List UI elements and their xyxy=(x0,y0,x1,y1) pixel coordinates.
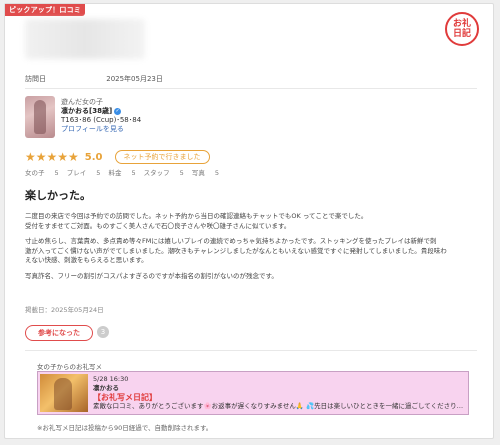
divider xyxy=(25,88,477,89)
thanks-header: 女の子からのお礼写メ xyxy=(37,363,102,371)
visit-label: 訪問日 xyxy=(25,75,46,83)
review-text: 受付をすませてご対面。ものすごく美人さんで石〇良子さんや咲〇雄子さんに似ています… xyxy=(25,221,291,230)
helpful-button[interactable]: 参考になった xyxy=(25,325,93,341)
thanks-excerpt: 素敵な口コミ、ありがとうございます🌸お返事が遅くなりすみません🙏 💦先日は楽しい… xyxy=(93,402,464,410)
review-text: 写真詐名、フリーの割引がコスパよすぎるのですが本指名の割引がないのが残念です。 xyxy=(25,271,278,280)
girl-name[interactable]: 凛かおる[38歳] xyxy=(61,107,112,115)
girl-specs: T163･86 (Ccup)･58･84 xyxy=(61,116,142,124)
sub-rating: 写真 5 xyxy=(191,169,220,177)
thanks-girl-name: 凛かおる xyxy=(93,384,119,392)
visit-date-row: 訪問日 2025年05月23日 xyxy=(25,74,163,84)
review-text: 二度目の来店で今回は予約での訪問でした。ネット予約から当日の確認連絡もチャットで… xyxy=(25,212,368,220)
stamp-line1: お礼 xyxy=(452,19,471,29)
sub-rating: 料金 5 xyxy=(108,169,136,177)
star-rating-icon: ★★★★★ xyxy=(25,150,79,164)
girl-photo[interactable] xyxy=(25,96,55,138)
verified-icon: ✓ xyxy=(114,107,122,115)
girl-label: 遊んだ女の子 xyxy=(61,98,103,106)
helpful-count-badge: 3 xyxy=(97,326,109,338)
review-text: 寸止め焦らし、言葉責め、多点責め等々FMには嬉しいプレイの連続でめっちゃ気持ちよ… xyxy=(25,237,437,245)
thanks-photo xyxy=(40,374,88,412)
sub-rating: スタッフ 5 xyxy=(143,169,184,177)
divider xyxy=(25,350,477,351)
pickup-badge: ピックアップ！口コミ xyxy=(5,4,85,16)
thanks-datetime: 5/28 16:30 xyxy=(93,375,129,383)
review-body: 二度目の来店で今回は予約での訪問でした。ネット予約から当日の確認連絡もチャットで… xyxy=(25,212,477,287)
thanks-diary-card[interactable]: 5/28 16:30 凛かおる 【お礼写メ日記】 素敵な口コミ、ありがとうござい… xyxy=(37,371,469,415)
sub-ratings: 女の子 5 プレイ 5 料金 5 スタッフ 5 写真 5 xyxy=(25,167,225,177)
review-text: えない快感、刺激をもらえると思います。 xyxy=(25,256,148,264)
posted-date: 掲載日：2025年05月24日 xyxy=(25,306,104,314)
rating-row: ★★★★★ 5.0 ネット予約で行きました xyxy=(25,150,210,164)
thank-you-diary-stamp-icon: お礼 日記 xyxy=(445,12,479,46)
profile-link[interactable]: プロフィールを見る xyxy=(61,125,141,134)
stamp-line2: 日記 xyxy=(452,29,471,39)
review-text: 激が入ってごく慣けない声がでてしまいました。潮吹きもチャレンジしましたがなんとも… xyxy=(25,246,447,255)
net-booking-badge: ネット予約で行きました xyxy=(114,150,210,164)
blurred-header-image xyxy=(25,19,145,59)
auto-delete-note: ※お礼写メ日記は投稿から90日経過で、自動削除されます。 xyxy=(37,424,213,432)
review-card: ピックアップ！口コミ お礼 日記 訪問日 2025年05月23日 遊んだ女の子 … xyxy=(4,3,494,439)
sub-rating: 女の子 5 xyxy=(25,169,59,177)
sub-rating: プレイ 5 xyxy=(66,169,101,177)
thanks-title: 【お礼写メ日記】 xyxy=(93,393,157,402)
rating-score: 5.0 xyxy=(84,151,103,163)
review-title: 楽しかった。 xyxy=(25,189,91,202)
visit-date: 2025年05月23日 xyxy=(106,75,163,83)
